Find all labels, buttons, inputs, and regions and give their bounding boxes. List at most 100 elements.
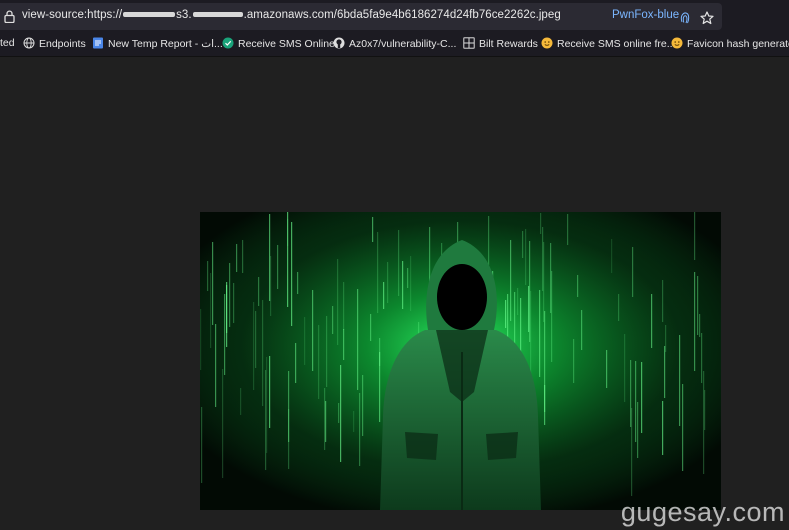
sms-icon — [222, 37, 234, 49]
code-rain-stream — [240, 388, 242, 415]
code-rain-stream — [682, 384, 684, 471]
code-rain-stream — [635, 361, 637, 442]
code-rain-stream — [398, 230, 400, 296]
code-rain-stream — [402, 261, 404, 309]
code-rain-stream — [207, 261, 209, 291]
code-rain-stream — [332, 306, 334, 334]
code-rain-stream — [697, 276, 699, 335]
code-rain-stream — [337, 259, 339, 345]
code-rain-stream — [215, 324, 217, 407]
emoji-icon — [541, 37, 553, 49]
url-bar[interactable]: view-source:https:// s3. .amazonaws.com/6b… — [0, 3, 722, 30]
code-rain-stream — [210, 273, 212, 348]
code-rain-stream — [522, 231, 524, 258]
code-rain-stream — [359, 393, 361, 466]
code-rain-stream — [266, 357, 268, 453]
code-rain-stream — [539, 290, 541, 377]
globe-icon — [23, 37, 35, 49]
code-rain-stream — [551, 271, 553, 362]
url-suffix: .amazonaws.com/6bda5fa9e4b6186274d24fb76… — [243, 9, 561, 21]
lock-icon[interactable] — [4, 10, 15, 23]
code-rain-stream — [212, 242, 214, 325]
code-rain-stream — [297, 272, 299, 294]
bookmark-item-temp-report[interactable]: New Temp Report - ات... — [92, 37, 223, 51]
code-rain-stream — [269, 356, 271, 428]
code-rain-stream — [277, 245, 279, 289]
bookmark-label: Endpoints — [39, 38, 86, 50]
emoji-icon — [671, 37, 683, 49]
bookmark-item-github[interactable]: Az0x7/vulnerability-C... — [333, 37, 456, 51]
bookmark-label: New Temp Report - ات... — [108, 38, 223, 50]
code-rain-stream — [632, 247, 634, 297]
code-rain-stream — [517, 288, 519, 315]
code-rain-stream — [357, 289, 359, 390]
hacker-illustration — [200, 212, 721, 510]
bookmarks-bar: ted Endpoints New Temp Report - ات... Re… — [0, 32, 789, 57]
code-rain-stream — [343, 282, 345, 330]
url-mid: s3. — [176, 9, 192, 21]
doc-icon — [93, 37, 103, 49]
bookmark-label: Az0x7/vulnerability-C... — [349, 38, 457, 50]
code-rain-stream — [662, 280, 664, 322]
site-watermark: gugesay.com — [620, 497, 785, 527]
bookmark-label: Bilt Rewards — [479, 38, 538, 50]
bookmark-item-receive-sms[interactable]: Receive SMS Online — [222, 37, 335, 51]
code-rain-stream — [288, 371, 290, 442]
code-rain-stream — [377, 232, 379, 313]
browser-toolbar: view-source:https:// s3. .amazonaws.com/6b… — [0, 0, 789, 32]
code-rain-stream — [573, 339, 575, 383]
code-rain-stream — [662, 401, 664, 455]
code-rain-stream — [488, 216, 490, 265]
bookmark-label: Receive SMS online fre... — [557, 38, 676, 50]
bookmark-item-bilt[interactable]: Bilt Rewards — [463, 37, 538, 51]
code-rain-stream — [664, 346, 666, 398]
code-rain-stream — [701, 333, 703, 383]
fingerprint-icon[interactable] — [680, 11, 690, 24]
code-rain-stream — [379, 352, 381, 422]
code-rain-stream — [507, 294, 509, 339]
code-rain-stream — [312, 290, 314, 371]
bookmark-item[interactable]: ted — [0, 37, 15, 51]
code-rain-stream — [679, 335, 681, 426]
code-rain-stream — [224, 294, 226, 375]
code-rain-stream — [338, 403, 340, 423]
code-rain-stream — [407, 268, 409, 288]
code-rain-stream — [694, 272, 696, 371]
container-tab-label[interactable]: PwnFox-blue — [612, 9, 679, 21]
code-rain-stream — [624, 334, 626, 402]
code-rain-stream — [287, 212, 289, 307]
redacted-region — [192, 12, 243, 18]
url-text[interactable]: view-source:https:// s3. .amazonaws.com/6b… — [22, 9, 561, 21]
code-rain-stream — [704, 390, 706, 430]
code-rain-stream — [699, 314, 701, 337]
code-rain-stream — [340, 365, 342, 462]
code-rain-stream — [236, 244, 238, 272]
bookmark-label: ted — [0, 37, 15, 49]
code-rain-stream — [326, 316, 328, 387]
bookmark-item-favicon-hash[interactable]: Favicon hash generator — [671, 37, 789, 51]
code-rain-stream — [242, 240, 244, 273]
bookmark-star-icon[interactable] — [700, 11, 714, 25]
code-rain-stream — [325, 401, 327, 442]
code-rain-stream — [543, 242, 545, 322]
code-rain-stream — [226, 282, 228, 333]
code-rain-stream — [233, 283, 235, 323]
url-prefix: view-source:https:// — [22, 9, 123, 21]
code-rain-stream — [295, 343, 297, 383]
code-rain-stream — [606, 350, 608, 388]
code-rain-stream — [269, 214, 271, 301]
code-rain-stream — [222, 369, 224, 478]
code-rain-stream — [383, 282, 385, 309]
code-rain-stream — [343, 329, 345, 360]
code-rain-stream — [631, 408, 633, 496]
code-rain-stream — [505, 300, 507, 328]
code-rain-stream — [540, 213, 542, 234]
bookmark-item-endpoints[interactable]: Endpoints — [23, 37, 86, 51]
code-rain-stream — [510, 240, 512, 321]
code-rain-stream — [410, 256, 412, 311]
code-rain-stream — [291, 222, 293, 326]
code-rain-stream — [611, 239, 613, 273]
code-rain-stream — [318, 325, 320, 399]
hacker-image — [200, 212, 721, 510]
bookmark-item-sms-free[interactable]: Receive SMS online fre... — [541, 37, 675, 51]
